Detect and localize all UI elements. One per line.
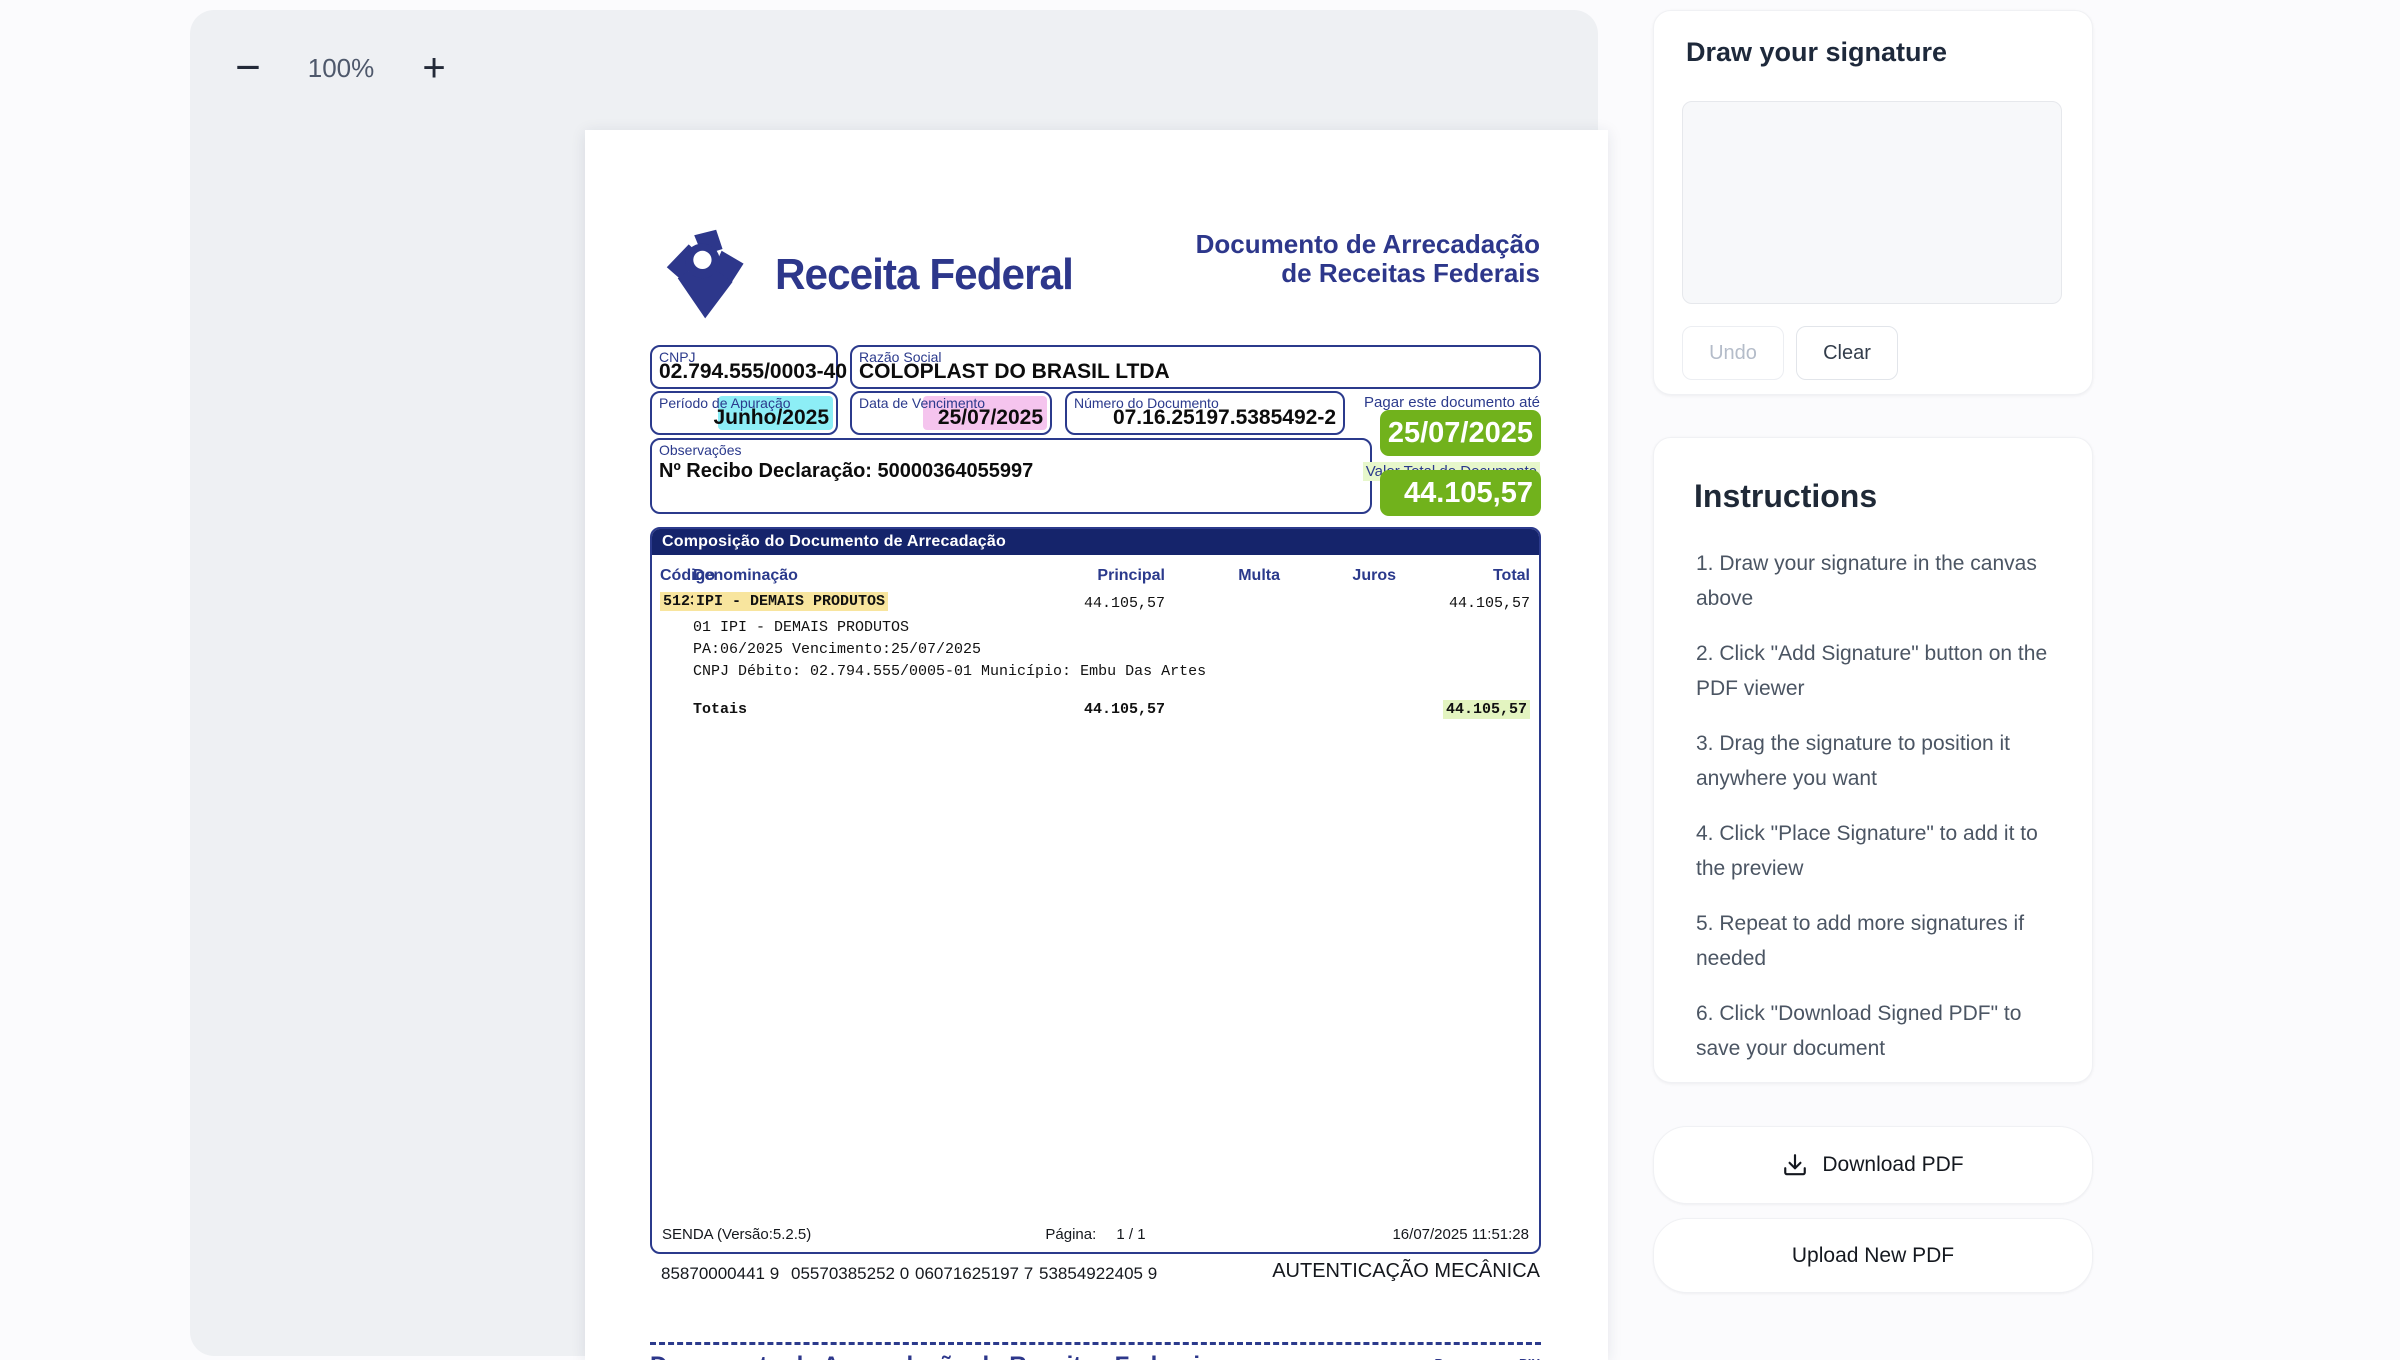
table-row-principal: 44.105,57 (965, 595, 1165, 612)
totals-total-highlighted: 44.105,57 (1443, 700, 1530, 719)
field-numero-documento: Número do Documento 07.16.25197.5385492-… (1065, 391, 1345, 435)
barcode-number: 85870000441 9 (661, 1264, 779, 1284)
column-header-total: Total (1370, 567, 1530, 585)
signature-card: Draw your signature Undo Clear (1653, 10, 2093, 395)
field-observacoes-value: Nº Recibo Declaração: 50000364055997 (659, 460, 1363, 483)
composicao-table: Composição do Documento de Arrecadação C… (650, 527, 1541, 1254)
document-title: Documento de Arrecadação de Receitas Fed… (1196, 230, 1540, 288)
upload-new-pdf-button[interactable]: Upload New PDF (1653, 1218, 2093, 1293)
field-periodo-apuracao-value: Junho/2025 (659, 406, 829, 430)
table-row-total: 44.105,57 (1370, 595, 1530, 612)
field-numero-documento-value: 07.16.25197.5385492-2 (1074, 406, 1336, 430)
instructions-card: Instructions 1. Draw your signature in t… (1653, 437, 2093, 1083)
field-razao-social-value: COLOPLAST DO BRASIL LTDA (859, 360, 1532, 384)
signature-card-title: Draw your signature (1686, 37, 1947, 68)
field-data-vencimento: Data de Vencimento 25/07/2025 (850, 391, 1052, 435)
total-value-green-box: 44.105,57 (1380, 470, 1541, 516)
zoom-out-button[interactable]: − (226, 46, 270, 90)
denominacao-highlighted-value: IPI - DEMAIS PRODUTOS (693, 592, 888, 611)
receita-federal-logo-icon (655, 227, 759, 323)
field-observacoes-label: Observações (659, 442, 741, 458)
due-date-green-box: 25/07/2025 (1380, 410, 1541, 456)
table-row-denominacao: IPI - DEMAIS PRODUTOS (693, 593, 888, 610)
download-pdf-label: Download PDF (1822, 1153, 1963, 1177)
field-cnpj-value: 02.794.555/0003-40 (659, 360, 829, 384)
column-header-denominacao: Denominação (693, 567, 798, 585)
download-icon (1782, 1152, 1808, 1178)
instruction-item: 3. Drag the signature to position it any… (1696, 726, 2056, 796)
instruction-item: 2. Click "Add Signature" button on the P… (1696, 636, 2056, 706)
pix-label: Pague com o PIX (1435, 1356, 1540, 1360)
document-title-line1: Documento de Arrecadação (1196, 230, 1540, 259)
next-section-title: Documento de Arrecadação de Receitas Fed… (650, 1352, 1213, 1360)
column-header-principal: Principal (965, 567, 1165, 585)
field-periodo-apuracao: Período de Apuração Junho/2025 (650, 391, 838, 435)
instruction-item: 5. Repeat to add more signatures if need… (1696, 906, 2056, 976)
field-cnpj: CNPJ 02.794.555/0003-40 (650, 345, 838, 389)
totals-label: Totais (693, 701, 747, 718)
field-observacoes: Observações Nº Recibo Declaração: 500003… (650, 438, 1372, 514)
instructions-title: Instructions (1694, 478, 1877, 515)
instruction-item: 4. Click "Place Signature" to add it to … (1696, 816, 2056, 886)
download-pdf-button[interactable]: Download PDF (1653, 1126, 2093, 1204)
barcode-number: 05570385252 0 (791, 1264, 909, 1284)
totals-total: 44.105,57 (1370, 701, 1530, 718)
pdf-viewer-area: − 100% + Receita Federal Documento de Ar… (190, 10, 1598, 1356)
instruction-item: 6. Click "Download Signed PDF" to save y… (1696, 996, 2056, 1066)
field-razao-social: Razão Social COLOPLAST DO BRASIL LTDA (850, 345, 1541, 389)
page-label: Página: (1045, 1226, 1096, 1243)
page-value: 1 / 1 (1116, 1226, 1145, 1243)
receita-federal-brand-text: Receita Federal (775, 250, 1073, 300)
document-title-line2: de Receitas Federais (1196, 259, 1540, 288)
row-detail-line: CNPJ Débito: 02.794.555/0005-01 Municípi… (693, 663, 1206, 680)
barcode-number: 06071625197 7 (915, 1264, 1033, 1284)
undo-button[interactable]: Undo (1682, 326, 1784, 380)
column-header-multa: Multa (1162, 567, 1280, 585)
autenticacao-mecanica-label: AUTENTICAÇÃO MECÂNICA (1272, 1260, 1540, 1283)
composicao-section-header: Composição do Documento de Arrecadação (652, 529, 1539, 555)
barcode-number: 53854922405 9 (1039, 1264, 1157, 1284)
zoom-level-label: 100% (276, 46, 406, 90)
clear-button[interactable]: Clear (1796, 326, 1898, 380)
zoom-in-button[interactable]: + (412, 46, 456, 90)
pagar-ate-label: Pagar este documento até (1364, 394, 1540, 411)
document-footer-row: SENDA (Versão:5.2.5) Página: 1 / 1 16/07… (652, 1226, 1539, 1248)
instruction-item: 1. Draw your signature in the canvas abo… (1696, 546, 2056, 616)
row-detail-line: 01 IPI - DEMAIS PRODUTOS (693, 619, 909, 636)
upload-new-pdf-label: Upload New PDF (1792, 1244, 1954, 1268)
totals-principal: 44.105,57 (965, 701, 1165, 718)
signature-canvas[interactable] (1682, 101, 2062, 304)
pdf-document-page: Receita Federal Documento de Arrecadação… (585, 130, 1608, 1360)
print-timestamp: 16/07/2025 11:51:28 (1392, 1226, 1529, 1243)
field-data-vencimento-value: 25/07/2025 (859, 406, 1043, 430)
row-detail-line: PA:06/2025 Vencimento:25/07/2025 (693, 641, 981, 658)
cut-here-dashed-divider (650, 1342, 1541, 1345)
